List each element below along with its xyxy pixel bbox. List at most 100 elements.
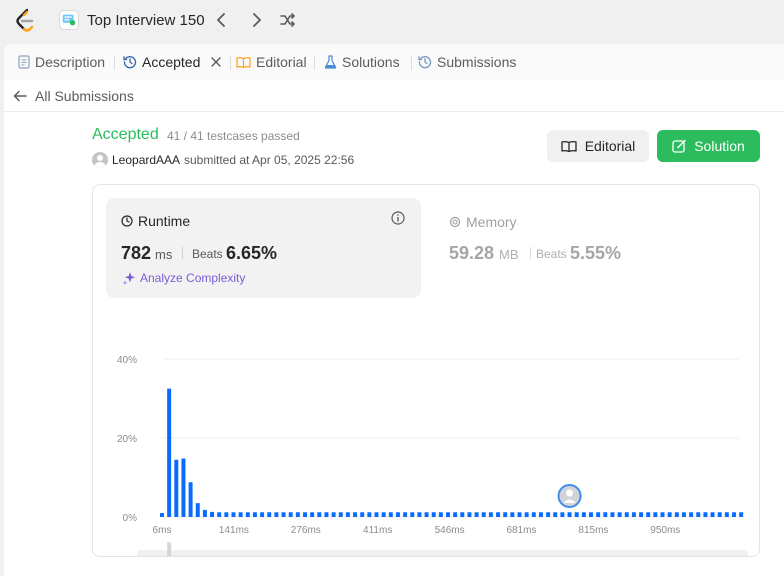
chart-bar[interactable]	[589, 512, 593, 517]
chart-bar[interactable]	[674, 512, 679, 517]
chart-bar[interactable]	[438, 512, 443, 517]
chart-bar[interactable]	[403, 512, 408, 517]
workspace-title[interactable]: Top Interview 150	[87, 12, 205, 29]
chart-bar[interactable]	[453, 512, 458, 517]
username-link[interactable]: LeopardAAA	[112, 153, 180, 167]
chevron-right-icon[interactable]	[246, 10, 266, 30]
chart-bar[interactable]	[624, 512, 629, 517]
chevron-left-icon[interactable]	[212, 10, 232, 30]
chart-bar[interactable]	[639, 512, 644, 517]
chart-bar[interactable]	[481, 512, 486, 517]
arrow-left-icon[interactable]	[12, 88, 28, 104]
chart-bar[interactable]	[503, 512, 508, 517]
chart-bar[interactable]	[460, 512, 465, 517]
chart-bar[interactable]	[424, 512, 429, 517]
chart-bar[interactable]	[245, 512, 250, 517]
chart-bar[interactable]	[367, 512, 372, 517]
chart-bar[interactable]	[195, 503, 200, 517]
chart-bar[interactable]	[267, 512, 272, 517]
user-runtime-bar[interactable]	[567, 512, 572, 517]
chart-bar[interactable]	[231, 512, 236, 517]
chart-bar[interactable]	[488, 512, 493, 517]
chart-bar[interactable]	[217, 512, 222, 517]
chart-bar[interactable]	[546, 512, 551, 517]
chart-bar[interactable]	[188, 482, 193, 517]
chart-bar[interactable]	[303, 512, 307, 517]
chart-bar[interactable]	[252, 512, 257, 517]
chart-bar[interactable]	[581, 512, 586, 517]
chart-bar[interactable]	[338, 512, 343, 517]
chart-bar[interactable]	[467, 512, 472, 517]
leetcode-logo-icon[interactable]	[14, 8, 36, 32]
chart-bar[interactable]	[224, 512, 229, 517]
chart-bar[interactable]	[653, 512, 658, 517]
shuffle-icon[interactable]	[278, 10, 298, 30]
chart-bar[interactable]	[381, 512, 386, 517]
chart-bar[interactable]	[724, 512, 729, 517]
chart-bar[interactable]	[288, 512, 293, 517]
chart-bar[interactable]	[181, 458, 186, 517]
chart-bar[interactable]	[446, 512, 450, 517]
tab-submissions[interactable]: Submissions	[418, 54, 516, 70]
chart-bar[interactable]	[610, 512, 615, 517]
chart-bar[interactable]	[603, 512, 608, 517]
tab-description[interactable]: Description	[18, 54, 105, 70]
chart-bar[interactable]	[689, 512, 694, 517]
chart-bar[interactable]	[510, 512, 515, 517]
chart-bar[interactable]	[531, 512, 536, 517]
chart-bar[interactable]	[295, 512, 300, 517]
chart-bar[interactable]	[596, 512, 601, 517]
chart-bar[interactable]	[732, 512, 736, 517]
chart-bar[interactable]	[353, 512, 358, 517]
chart-bar[interactable]	[538, 512, 543, 517]
chart-bar[interactable]	[417, 512, 422, 517]
tab-editorial[interactable]: Editorial	[236, 54, 307, 70]
close-icon[interactable]	[209, 55, 223, 69]
chart-bar[interactable]	[717, 512, 722, 517]
chart-bar[interactable]	[410, 512, 415, 517]
chart-bar[interactable]	[524, 512, 529, 517]
chart-bar[interactable]	[431, 512, 436, 517]
chart-bar[interactable]	[274, 512, 279, 517]
chart-bar[interactable]	[395, 512, 400, 517]
chart-bar[interactable]	[646, 512, 651, 517]
chart-bar[interactable]	[324, 512, 329, 517]
chart-bar[interactable]	[553, 512, 558, 517]
chart-bar[interactable]	[345, 512, 350, 517]
study-plan-icon[interactable]	[59, 10, 79, 30]
chart-bar[interactable]	[167, 388, 172, 517]
chart-bar[interactable]	[703, 512, 708, 517]
editorial-button[interactable]: Editorial	[547, 130, 649, 162]
tab-accepted[interactable]: Accepted	[123, 54, 223, 70]
chart-bar[interactable]	[260, 512, 265, 517]
chart-bar[interactable]	[202, 509, 207, 517]
chart-bar[interactable]	[660, 512, 665, 517]
chart-bar[interactable]	[374, 512, 379, 517]
chart-navigator[interactable]	[137, 550, 748, 556]
chart-bar[interactable]	[617, 512, 622, 517]
chart-bar[interactable]	[238, 512, 243, 517]
chart-bar[interactable]	[574, 512, 579, 517]
chart-bar[interactable]	[174, 459, 179, 517]
chart-bar[interactable]	[667, 512, 672, 517]
chart-bar[interactable]	[474, 512, 479, 517]
chart-bar[interactable]	[681, 512, 686, 517]
chart-bar[interactable]	[388, 512, 393, 517]
chart-bar[interactable]	[631, 512, 636, 517]
chart-bar[interactable]	[517, 512, 522, 517]
chart-bar[interactable]	[560, 512, 565, 517]
chart-bar[interactable]	[210, 511, 215, 517]
chart-bar[interactable]	[310, 512, 315, 517]
avatar[interactable]	[92, 152, 108, 168]
chart-bar[interactable]	[360, 512, 365, 517]
chart-bar[interactable]	[696, 512, 701, 517]
chart-bar[interactable]	[710, 512, 715, 517]
chart-bar[interactable]	[496, 512, 501, 517]
all-submissions-link[interactable]: All Submissions	[35, 88, 134, 104]
chart-bar[interactable]	[331, 512, 336, 517]
tab-solutions[interactable]: Solutions	[324, 54, 400, 70]
chart-bar[interactable]	[317, 512, 322, 517]
chart-bar[interactable]	[160, 513, 164, 517]
runtime-distribution-chart[interactable]: 40% 20% 0% 6ms 141ms 276ms 411ms 546ms 681ms 815m…	[93, 185, 759, 556]
chart-bar[interactable]	[281, 512, 286, 517]
